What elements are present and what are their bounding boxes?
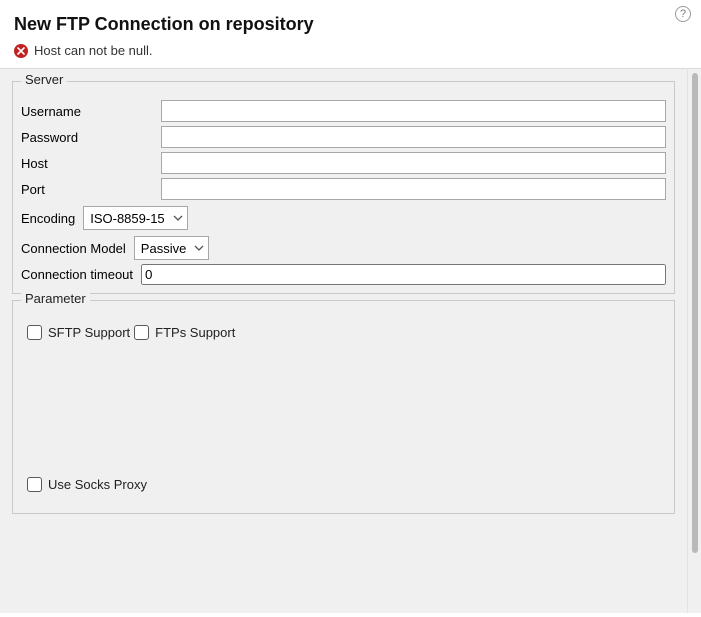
host-label: Host [21,156,161,171]
error-line: Host can not be null. [14,43,687,58]
help-icon[interactable]: ? [675,6,691,22]
error-text: Host can not be null. [34,43,153,58]
username-label: Username [21,104,161,119]
port-label: Port [21,182,161,197]
username-input[interactable] [161,100,666,122]
row-host: Host [21,152,666,174]
use-socks-proxy-checkbox[interactable]: Use Socks Proxy [27,477,147,492]
chevron-down-icon [194,245,204,251]
checkbox-icon [134,325,149,340]
dialog-title: New FTP Connection on repository [14,14,687,35]
checkbox-icon [27,477,42,492]
row-connection-timeout: Connection timeout [21,264,666,285]
chevron-down-icon [173,215,183,221]
row-port: Port [21,178,666,200]
encoding-value: ISO-8859-15 [90,211,164,226]
host-input[interactable] [161,152,666,174]
dialog-header: New FTP Connection on repository ? Host … [0,0,701,68]
connection-model-label: Connection Model [21,241,126,256]
sftp-support-label: SFTP Support [48,325,130,340]
connection-timeout-input[interactable] [141,264,666,285]
use-socks-proxy-label: Use Socks Proxy [48,477,147,492]
encoding-select[interactable]: ISO-8859-15 [83,206,187,230]
port-input[interactable] [161,178,666,200]
server-group: Server Username Password Host Port Encod… [12,81,675,294]
row-encoding: Encoding ISO-8859-15 [21,206,666,230]
connection-model-value: Passive [141,241,187,256]
parameter-legend: Parameter [21,291,90,306]
connection-timeout-label: Connection timeout [21,267,133,282]
row-username: Username [21,100,666,122]
scrollbar-thumb[interactable] [692,73,698,553]
content-area: Server Username Password Host Port Encod… [0,68,687,613]
connection-model-select[interactable]: Passive [134,236,210,260]
password-input[interactable] [161,126,666,148]
parameter-group: Parameter SFTP Support FTPs Support [12,300,675,514]
sftp-support-checkbox[interactable]: SFTP Support [27,325,130,340]
ftps-support-checkbox[interactable]: FTPs Support [134,325,235,340]
row-password: Password [21,126,666,148]
vertical-scrollbar[interactable] [687,68,701,613]
error-icon [14,44,28,58]
ftps-support-label: FTPs Support [155,325,235,340]
password-label: Password [21,130,161,145]
checkbox-icon [27,325,42,340]
server-legend: Server [21,72,67,87]
row-connection-model: Connection Model Passive [21,236,666,260]
encoding-label: Encoding [21,211,75,226]
